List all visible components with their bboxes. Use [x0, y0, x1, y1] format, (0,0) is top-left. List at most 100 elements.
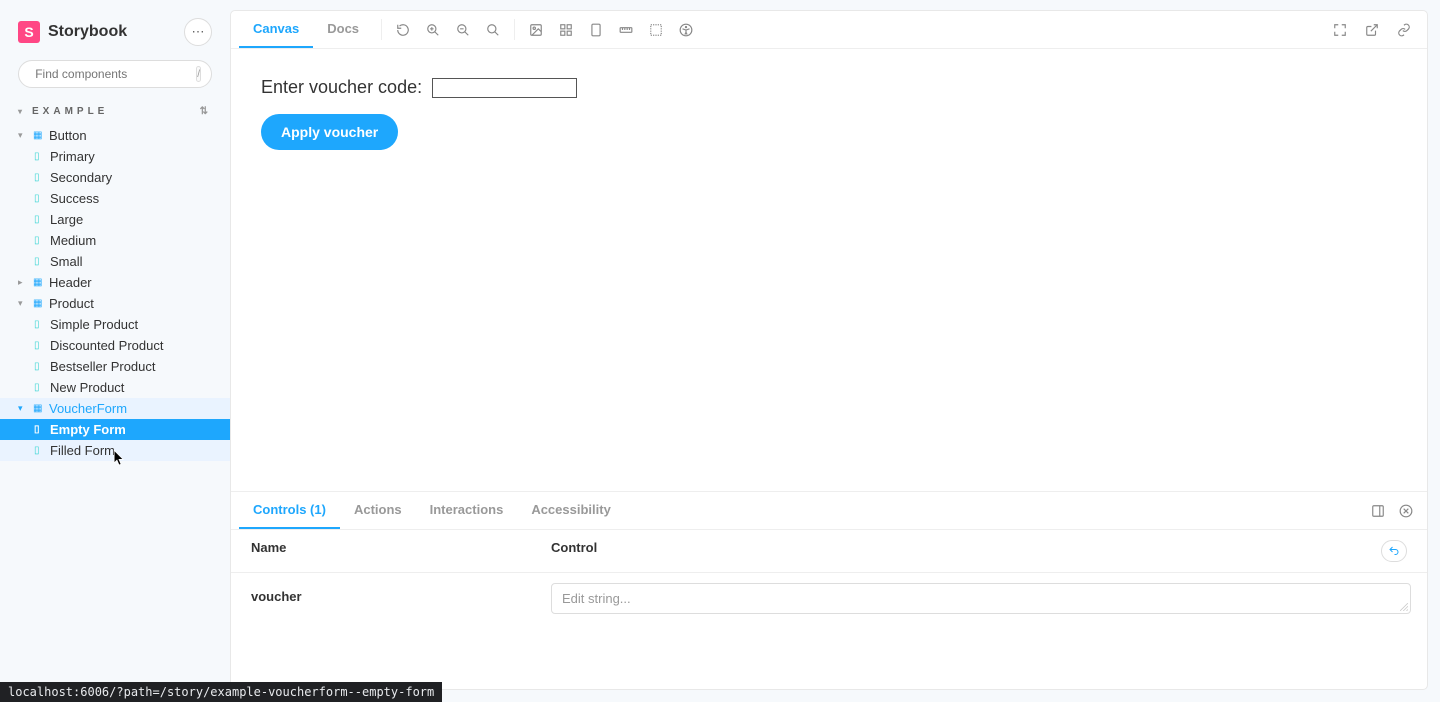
zoom-in-icon[interactable]	[426, 23, 440, 37]
fullscreen-icon[interactable]	[1333, 23, 1347, 37]
component-icon: ▦	[33, 130, 43, 141]
open-external-icon[interactable]	[1365, 23, 1379, 37]
toolbar: Canvas Docs	[231, 11, 1427, 49]
sidebar-component-voucherform[interactable]: ▾ ▦ VoucherForm	[0, 398, 230, 419]
bookmark-icon: ▯	[34, 361, 44, 372]
bookmark-icon: ▯	[34, 424, 44, 435]
zoom-out-icon[interactable]	[456, 23, 470, 37]
sidebar-story-simple-product[interactable]: ▯Simple Product	[0, 314, 230, 335]
sidebar-story-small[interactable]: ▯ Small	[0, 251, 230, 272]
bookmark-icon: ▯	[34, 319, 44, 330]
sidebar-story-bestseller-product[interactable]: ▯ Bestseller Product	[0, 356, 230, 377]
search-shortcut: /	[196, 66, 201, 82]
story-label: Small	[50, 254, 83, 269]
tab-accessibility[interactable]: Accessibility	[517, 492, 625, 529]
tab-actions[interactable]: Actions	[340, 492, 416, 529]
tab-docs[interactable]: Docs	[313, 11, 373, 48]
separator	[514, 19, 515, 40]
bookmark-icon: ▯	[34, 382, 44, 393]
search-input[interactable]	[35, 67, 190, 81]
controls-table-header: Name Control	[231, 530, 1427, 573]
close-panel-icon[interactable]	[1399, 504, 1413, 518]
bookmark-icon: ▯	[34, 340, 44, 351]
story-label: Bestseller Product	[50, 359, 156, 374]
background-icon[interactable]	[529, 23, 543, 37]
logo-mark: S	[18, 21, 40, 43]
status-bar-url: localhost:6006/?path=/story/example-vouc…	[0, 682, 442, 702]
viewport-icon[interactable]	[589, 23, 603, 37]
chevron-down-icon: ▾	[18, 403, 27, 414]
sidebar-story-primary[interactable]: ▯ Primary	[0, 146, 230, 167]
sidebar-story-new-product[interactable]: ▯ New Product	[0, 377, 230, 398]
chevron-down-icon: ▾	[18, 107, 26, 116]
sidebar: S Storybook ⋯ / ▾ Example ⇅ ▾ ▦ Button ▯…	[0, 0, 230, 702]
grid-icon[interactable]	[559, 23, 573, 37]
sidebar-component-header[interactable]: ▸ ▦ Header	[0, 272, 230, 293]
separator	[381, 19, 382, 40]
link-icon[interactable]	[1397, 23, 1411, 37]
sidebar-header: S Storybook ⋯	[0, 18, 230, 60]
sort-icon[interactable]: ⇅	[200, 106, 212, 117]
column-control: Control	[551, 540, 1381, 562]
bookmark-icon: ▯	[34, 172, 44, 183]
section-heading[interactable]: ▾ Example ⇅	[0, 88, 230, 123]
zoom-reset-icon[interactable]	[486, 23, 500, 37]
panel-position-icon[interactable]	[1371, 504, 1385, 518]
ellipsis-icon: ⋯	[192, 24, 205, 40]
story-label: Primary	[50, 149, 95, 164]
story-label: Large	[50, 212, 83, 227]
tab-controls[interactable]: Controls (1)	[239, 492, 340, 529]
sidebar-story-success[interactable]: ▯Success	[0, 188, 230, 209]
undo-icon	[1388, 545, 1400, 557]
component-icon: ▦	[33, 403, 43, 414]
story-label: New Product	[50, 380, 124, 395]
sidebar-story-secondary[interactable]: ▯Secondary	[0, 167, 230, 188]
bookmark-icon: ▯	[34, 256, 44, 267]
pointer-cursor-icon	[112, 449, 126, 467]
component-label: Header	[49, 275, 92, 290]
search-input-wrap[interactable]: /	[18, 60, 212, 88]
sidebar-story-empty-form[interactable]: ▯ Empty Form	[0, 419, 230, 440]
outline-icon[interactable]	[649, 23, 663, 37]
resize-handle-icon[interactable]	[1400, 603, 1408, 611]
bookmark-icon: ▯	[34, 151, 44, 162]
component-icon: ▦	[33, 298, 43, 309]
component-label: Product	[49, 296, 94, 311]
menu-button[interactable]: ⋯	[184, 18, 212, 46]
sidebar-story-medium[interactable]: ▯ Medium	[0, 230, 230, 251]
section-heading-label: Example	[32, 106, 108, 117]
sidebar-component-button[interactable]: ▾ ▦ Button	[0, 125, 230, 146]
canvas-preview: Enter voucher code: Apply voucher	[231, 49, 1427, 491]
reset-controls-button[interactable]	[1381, 540, 1407, 562]
addons-tabs: Controls (1) Actions Interactions Access…	[231, 492, 1427, 530]
chevron-down-icon: ▾	[18, 298, 27, 309]
apply-voucher-button[interactable]: Apply voucher	[261, 114, 398, 150]
bookmark-icon: ▯	[34, 445, 44, 456]
bookmark-icon: ▯	[34, 235, 44, 246]
component-icon: ▦	[33, 277, 43, 288]
control-name: voucher	[251, 583, 551, 604]
component-label: VoucherForm	[49, 401, 127, 416]
measure-icon[interactable]	[619, 23, 633, 37]
bookmark-icon: ▯	[34, 193, 44, 204]
voucher-code-input[interactable]	[432, 78, 577, 98]
sidebar-story-discounted-product[interactable]: ▯ Discounted Product	[0, 335, 230, 356]
control-string-input[interactable]: Edit string...	[551, 583, 1411, 614]
main-panel: Canvas Docs Enter voucher code:	[230, 10, 1428, 690]
addons-panel: Controls (1) Actions Interactions Access…	[231, 491, 1427, 689]
logo-text: Storybook	[48, 23, 127, 41]
chevron-down-icon: ▾	[18, 130, 27, 141]
sidebar-story-large[interactable]: ▯Large	[0, 209, 230, 230]
story-label: Medium	[50, 233, 96, 248]
logo[interactable]: S Storybook	[18, 21, 127, 43]
tab-canvas[interactable]: Canvas	[239, 11, 313, 48]
refresh-icon[interactable]	[396, 23, 410, 37]
control-placeholder: Edit string...	[562, 591, 631, 606]
sidebar-component-product[interactable]: ▾ ▦ Product	[0, 293, 230, 314]
column-name: Name	[251, 540, 551, 562]
accessibility-icon[interactable]	[679, 23, 693, 37]
story-label: Empty Form	[50, 422, 126, 437]
story-label: Discounted Product	[50, 338, 163, 353]
tab-interactions[interactable]: Interactions	[416, 492, 518, 529]
component-label: Button	[49, 128, 87, 143]
